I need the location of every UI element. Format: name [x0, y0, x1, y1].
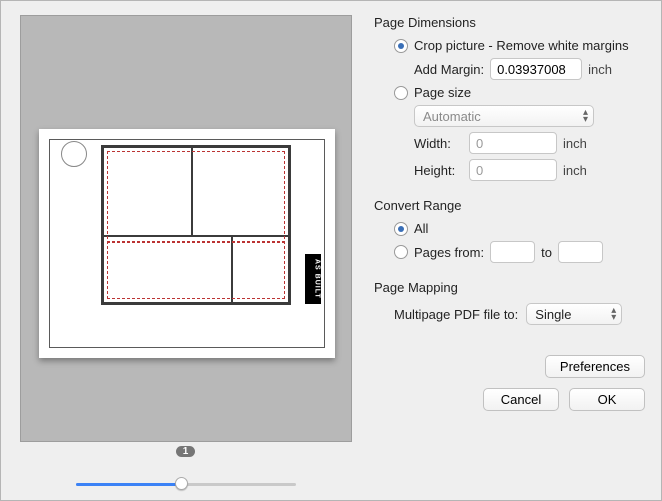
page-size-option-row[interactable]: Page size — [374, 85, 645, 100]
add-margin-label: Add Margin: — [414, 62, 484, 77]
page-size-select[interactable]: Automatic ▴▾ — [414, 105, 594, 127]
width-unit: inch — [563, 136, 587, 151]
add-margin-input[interactable] — [490, 58, 582, 80]
width-input[interactable] — [469, 132, 557, 154]
pages-from-input[interactable] — [490, 241, 535, 263]
page-dimensions-title: Page Dimensions — [374, 15, 645, 30]
zoom-fill — [76, 483, 182, 486]
settings-panel: Page Dimensions Crop picture - Remove wh… — [356, 1, 661, 500]
crop-radio[interactable] — [394, 39, 408, 53]
multipage-select[interactable]: Single ▴▾ — [526, 303, 622, 325]
pages-from-label: Pages from: — [414, 245, 484, 260]
preferences-button[interactable]: Preferences — [545, 355, 645, 378]
width-row: Width: inch — [374, 132, 645, 154]
all-option-row[interactable]: All — [374, 221, 645, 236]
compass-icon — [61, 141, 87, 167]
pages-to-label: to — [541, 245, 552, 260]
page-size-select-row: Automatic ▴▾ — [374, 105, 645, 127]
width-label: Width: — [414, 136, 469, 151]
all-radio[interactable] — [394, 222, 408, 236]
height-row: Height: inch — [374, 159, 645, 181]
ok-button[interactable]: OK — [569, 388, 645, 411]
pages-option-row[interactable]: Pages from: to — [374, 241, 645, 263]
height-input[interactable] — [469, 159, 557, 181]
page-size-select-value: Automatic — [423, 109, 481, 124]
preview-viewport[interactable]: AS BUILT — [20, 15, 352, 442]
pdf-options-dialog: AS BUILT 1 Page Dimensions Crop picture … — [0, 0, 662, 501]
multipage-select-value: Single — [535, 307, 571, 322]
floor-plan — [101, 145, 291, 305]
preview-pane: AS BUILT 1 — [1, 1, 356, 500]
chevron-updown-icon: ▴▾ — [583, 109, 588, 123]
cancel-button[interactable]: Cancel — [483, 388, 559, 411]
add-margin-unit: inch — [588, 62, 612, 77]
crop-label: Crop picture - Remove white margins — [414, 38, 629, 53]
height-label: Height: — [414, 163, 469, 178]
multipage-row: Multipage PDF file to: Single ▴▾ — [374, 303, 645, 325]
chevron-updown-icon: ▴▾ — [611, 307, 616, 321]
add-margin-row: Add Margin: inch — [374, 58, 645, 80]
all-label: All — [414, 221, 428, 236]
convert-range-title: Convert Range — [374, 198, 645, 213]
pages-to-input[interactable] — [558, 241, 603, 263]
page-indicator: 1 — [176, 446, 196, 457]
preview-page: AS BUILT — [39, 129, 335, 358]
page-mapping-title: Page Mapping — [374, 280, 645, 295]
as-built-stamp: AS BUILT — [305, 254, 321, 304]
multipage-label: Multipage PDF file to: — [394, 307, 518, 322]
zoom-slider[interactable] — [76, 475, 296, 495]
crop-option-row[interactable]: Crop picture - Remove white margins — [374, 38, 645, 53]
pages-radio[interactable] — [394, 245, 408, 259]
height-unit: inch — [563, 163, 587, 178]
page-size-label: Page size — [414, 85, 471, 100]
zoom-thumb[interactable] — [175, 477, 188, 490]
page-size-radio[interactable] — [394, 86, 408, 100]
